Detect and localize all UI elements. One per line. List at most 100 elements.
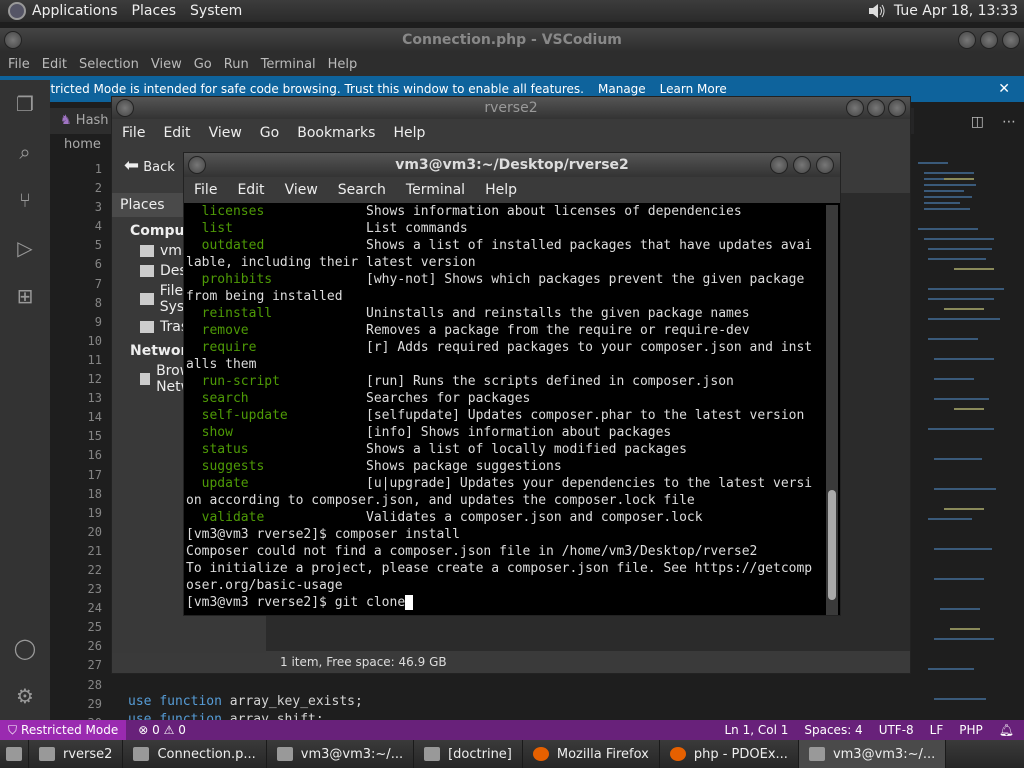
menu-file[interactable]: File (194, 182, 217, 198)
account-icon[interactable]: ◯ (0, 624, 50, 672)
line-number: 11 (87, 352, 102, 367)
terminal-prompt[interactable]: [vm3@vm3 rverse2]$ git clone (186, 594, 826, 611)
back-button[interactable]: ⬅ Back (124, 155, 175, 176)
menu-run[interactable]: Run (224, 57, 249, 72)
explorer-icon[interactable]: ❐ (0, 80, 50, 128)
terminal-line: list List commands (186, 220, 826, 237)
problems-status[interactable]: ⊗ 0 ⚠ 0 (138, 723, 186, 737)
menu-edit[interactable]: Edit (163, 125, 190, 141)
trash-icon (140, 321, 154, 333)
task-terminal-2[interactable]: vm3@vm3:~/... (798, 740, 947, 768)
command-name: show (186, 425, 367, 440)
window-menu-icon[interactable] (116, 99, 134, 117)
line-number: 23 (87, 582, 102, 597)
activity-bar: ❐ ⌕ ⑂ ▷ ⊞ ◯ ⚙ (0, 80, 50, 720)
menu-view[interactable]: View (285, 182, 318, 198)
learn-more-link[interactable]: Learn More (660, 82, 727, 96)
file-manager-titlebar: rverse2 (112, 97, 910, 119)
task-file-manager[interactable]: rverse2 (29, 740, 124, 768)
terminal-scrollbar[interactable] (826, 205, 838, 615)
line-number: 13 (87, 391, 102, 406)
show-desktop-button[interactable] (0, 740, 29, 768)
menu-help[interactable]: Help (485, 182, 517, 198)
minimap[interactable] (914, 158, 1014, 718)
command-description: [u|upgrade] Updates your dependencies to… (366, 476, 813, 491)
manage-link[interactable]: Manage (598, 82, 646, 96)
search-icon[interactable]: ⌕ (0, 128, 50, 176)
menu-view[interactable]: View (209, 125, 242, 141)
menu-bookmarks[interactable]: Bookmarks (297, 125, 375, 141)
terminal-output[interactable]: licenses Shows information about license… (186, 203, 826, 615)
command-name: update (186, 476, 367, 491)
firefox-icon (669, 747, 686, 761)
task-label: rverse2 (63, 746, 113, 762)
maximize-button[interactable] (867, 99, 885, 117)
task-firefox[interactable]: Mozilla Firefox (523, 740, 660, 768)
run-debug-icon[interactable]: ▷ (0, 224, 50, 272)
menu-edit[interactable]: Edit (237, 182, 264, 198)
encoding[interactable]: UTF-8 (879, 723, 914, 737)
window-menu-icon[interactable] (4, 31, 22, 49)
menu-selection[interactable]: Selection (79, 57, 139, 72)
maximize-button[interactable] (793, 156, 811, 174)
menu-terminal[interactable]: Terminal (261, 57, 316, 72)
error-count: 0 (152, 723, 160, 737)
clock[interactable]: Tue Apr 18, 13:33 (894, 3, 1018, 19)
warning-count: 0 (178, 723, 186, 737)
close-button[interactable] (888, 99, 906, 117)
menu-search[interactable]: Search (338, 182, 386, 198)
line-number: 21 (87, 543, 102, 558)
system-menu[interactable]: System (190, 3, 242, 19)
minimize-button[interactable] (846, 99, 864, 117)
command-description: Validates a composer.json and composer.l… (366, 510, 703, 525)
menu-view[interactable]: View (151, 57, 182, 72)
language-mode[interactable]: PHP (959, 723, 983, 737)
close-button[interactable] (816, 156, 834, 174)
places-menu[interactable]: Places (132, 3, 177, 19)
more-actions-icon[interactable]: ⋯ (1002, 114, 1016, 130)
menu-terminal[interactable]: Terminal (406, 182, 465, 198)
settings-gear-icon[interactable]: ⚙ (0, 672, 50, 720)
extensions-icon[interactable]: ⊞ (0, 272, 50, 320)
line-number: 5 (94, 238, 102, 253)
menu-edit[interactable]: Edit (42, 57, 67, 72)
menu-help[interactable]: Help (328, 57, 358, 72)
menu-file[interactable]: File (8, 57, 30, 72)
minimize-button[interactable] (958, 31, 976, 49)
prompt-text: [vm3@vm3 rverse2]$ git clone (186, 595, 406, 610)
editor-tab[interactable]: ♞ Hash (50, 108, 119, 134)
menu-file[interactable]: File (122, 125, 145, 141)
minimize-button[interactable] (770, 156, 788, 174)
window-menu-icon[interactable] (188, 156, 206, 174)
command-description: Shows a list of installed packages that … (366, 238, 813, 253)
menu-go[interactable]: Go (260, 125, 279, 141)
line-number: 27 (87, 658, 102, 673)
restricted-mode-status[interactable]: ⛉ Restricted Mode (0, 720, 127, 740)
code-line-29[interactable]: use function array_key_exists; (128, 693, 363, 711)
indentation[interactable]: Spaces: 4 (804, 723, 862, 737)
task-firefox-php[interactable]: php - PDOEx... (660, 740, 799, 768)
top-panel: Applications Places System Tue Apr 18, 1… (0, 0, 1024, 22)
menu-help[interactable]: Help (393, 125, 425, 141)
scrollbar-thumb[interactable] (828, 490, 836, 600)
end-of-line[interactable]: LF (930, 723, 944, 737)
maximize-button[interactable] (980, 31, 998, 49)
line-number: 6 (94, 257, 102, 272)
applications-menu[interactable]: Applications (8, 2, 118, 20)
source-control-icon[interactable]: ⑂ (0, 176, 50, 224)
volume-icon[interactable] (868, 3, 886, 19)
error-icon: ⊗ (138, 723, 149, 737)
task-doctrine[interactable]: [doctrine] (414, 740, 523, 768)
close-icon[interactable]: ✕ (998, 81, 1010, 97)
cursor-position[interactable]: Ln 1, Col 1 (725, 723, 789, 737)
task-terminal-1[interactable]: vm3@vm3:~/... (267, 740, 415, 768)
command-name: self-update (186, 408, 367, 423)
command-name: search (186, 391, 367, 406)
menu-go[interactable]: Go (194, 57, 212, 72)
terminal-line: oser.org/basic-usage (186, 578, 343, 593)
bell-icon[interactable]: 🔔︎ (999, 723, 1014, 737)
task-label: vm3@vm3:~/... (832, 746, 936, 762)
task-vscodium[interactable]: Connection.p... (123, 740, 267, 768)
split-editor-icon[interactable]: ◫ (971, 114, 984, 130)
close-button[interactable] (1002, 31, 1020, 49)
